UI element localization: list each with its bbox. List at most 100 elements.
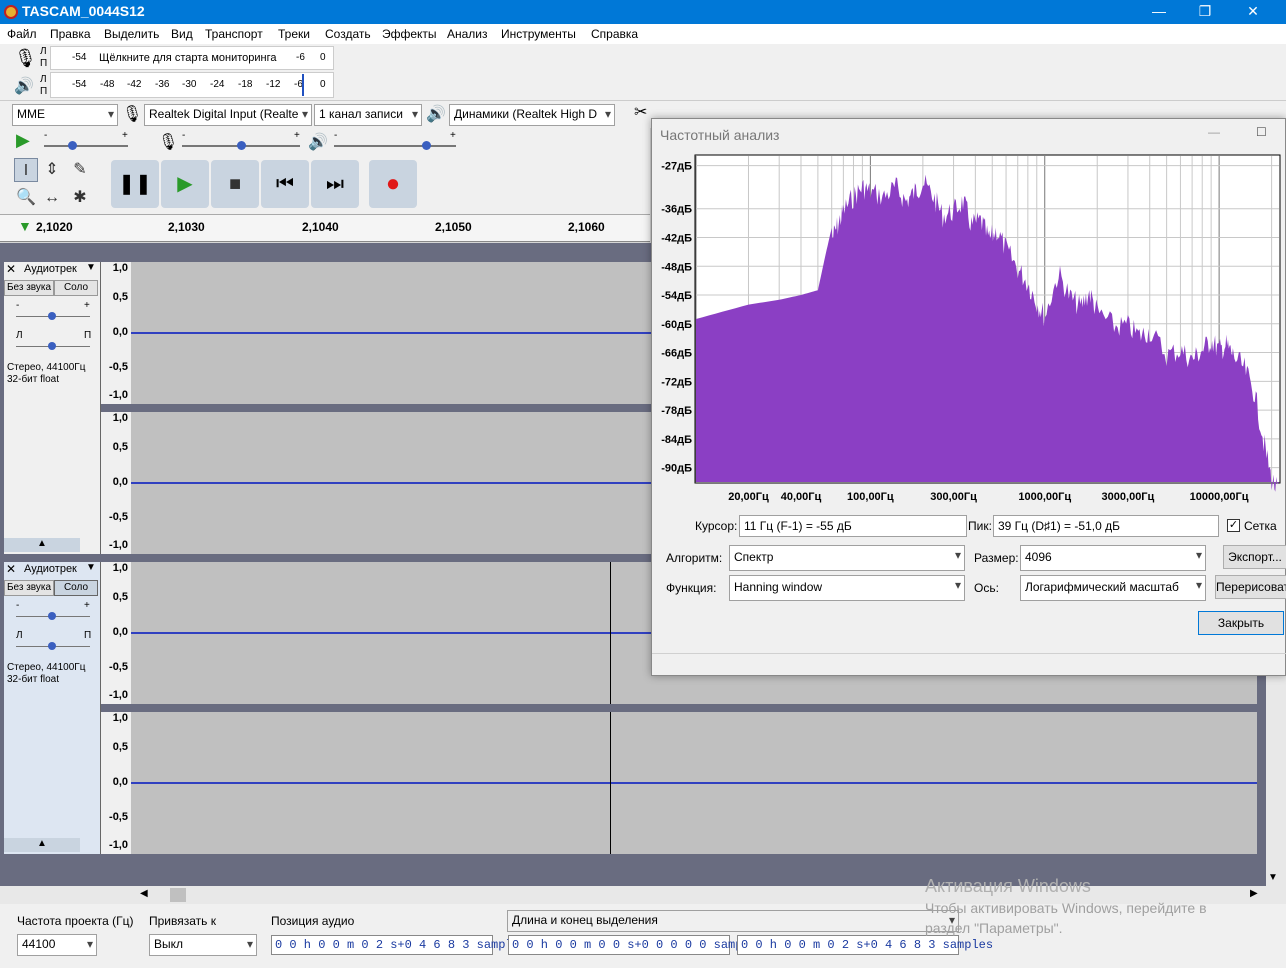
amp-tick: -1,0 (109, 539, 128, 551)
menu-tools[interactable]: Инструменты (501, 27, 576, 41)
menu-tracks[interactable]: Треки (278, 27, 310, 41)
collapse-track-icon[interactable]: ▲ (4, 838, 80, 852)
track-name[interactable]: Аудиотрек (24, 263, 77, 275)
play-scale-tick: -12 (266, 79, 281, 90)
track-close-icon[interactable]: ✕ (6, 262, 16, 276)
amplitude-scale: 1,0 0,5 0,0 -0,5 -1,0 (101, 712, 131, 854)
selection-end-field[interactable]: 0 0 h 0 0 m 0 2 s+0 4 6 8 3 samples (737, 935, 993, 955)
x-tick-label: 100,00Гц (847, 491, 894, 503)
y-tick-label: -27дБ (661, 161, 692, 173)
cut-icon[interactable]: ✂ (634, 102, 647, 122)
menu-transport[interactable]: Транспорт (205, 27, 263, 41)
solo-button[interactable]: Соло (54, 580, 98, 596)
y-tick-label: -90дБ (661, 463, 692, 475)
track-menu-icon[interactable]: ▼ (86, 262, 96, 273)
play-volume-thumb[interactable] (422, 141, 431, 150)
time-shift-tool-icon[interactable]: ↔ (40, 186, 64, 210)
project-rate-select[interactable]: 44100 (17, 934, 97, 956)
play-volume-slider[interactable] (334, 145, 456, 147)
output-device-select[interactable]: Динамики (Realtek High D (449, 104, 615, 126)
record-volume-thumb[interactable] (237, 141, 246, 150)
speed-slider-thumb[interactable] (68, 141, 77, 150)
audio-position-field[interactable]: 0 0 h 0 0 m 0 2 s+0 4 6 8 3 samples (271, 935, 527, 955)
menu-analyze[interactable]: Анализ (447, 27, 488, 41)
gain-slider-thumb[interactable] (48, 612, 56, 620)
play-at-speed-icon[interactable]: ▶ (16, 130, 30, 151)
replot-button[interactable]: Перерисовать (1215, 575, 1286, 599)
menu-select[interactable]: Выделить (104, 27, 159, 41)
stop-icon[interactable]: ■ (211, 160, 259, 208)
cursor-line (610, 712, 611, 854)
menu-edit[interactable]: Правка (50, 27, 91, 41)
selection-tool-icon[interactable]: I (14, 158, 38, 182)
selection-start-field[interactable]: 0 0 h 0 0 m 0 0 s+0 0 0 0 0 samples (508, 935, 764, 955)
scroll-thumb[interactable] (170, 888, 186, 902)
timeline-play-icon[interactable]: ▼ (18, 218, 32, 234)
pan-slider-thumb[interactable] (48, 342, 56, 350)
snap-select[interactable]: Выкл (149, 934, 257, 956)
track-name[interactable]: Аудиотрек (24, 563, 77, 575)
menu-effects[interactable]: Эффекты (382, 27, 437, 41)
algorithm-select[interactable]: Спектр (729, 545, 965, 571)
channels-select[interactable]: 1 канал записи (314, 104, 422, 126)
close-button[interactable]: ✕ (1230, 0, 1276, 24)
zoom-tool-icon[interactable]: 🔍 (14, 186, 38, 210)
pan-slider-thumb[interactable] (48, 642, 56, 650)
frequency-analysis-dialog: Частотный анализ — ☐ -27дБ -36дБ -42дБ -48д… (651, 118, 1286, 676)
amplitude-scale: 1,0 0,5 0,0 -0,5 -1,0 (101, 562, 131, 704)
gain-plus: + (84, 600, 90, 611)
skip-end-icon[interactable]: ⏭ (311, 160, 359, 208)
grid-checkbox[interactable]: ✓ (1227, 519, 1240, 532)
export-button[interactable]: Экспорт... (1223, 545, 1286, 569)
pause-icon[interactable]: ❚❚ (111, 160, 159, 208)
menu-view[interactable]: Вид (171, 27, 193, 41)
record-icon[interactable]: ● (369, 160, 417, 208)
speed-slider[interactable] (44, 145, 128, 147)
menu-generate[interactable]: Создать (325, 27, 371, 41)
dialog-minimize-icon[interactable]: — (1208, 125, 1220, 139)
menu-file[interactable]: Файл (7, 27, 37, 41)
play-scale-tick: 0 (320, 79, 326, 90)
y-tick-label: -42дБ (661, 233, 692, 245)
mute-button[interactable]: Без звука (4, 580, 54, 596)
y-tick-label: -66дБ (661, 348, 692, 360)
scroll-down-icon[interactable]: ▼ (1268, 872, 1278, 883)
maximize-button[interactable]: ❐ (1182, 0, 1228, 24)
host-select[interactable]: MME (12, 104, 118, 126)
axis-select[interactable]: Логарифмический масштаб (1020, 575, 1206, 601)
track-format: Стерео, 44100Гц (7, 362, 86, 373)
y-tick-label: -48дБ (661, 261, 692, 273)
function-select[interactable]: Hanning window (729, 575, 965, 601)
track-menu-icon[interactable]: ▼ (86, 562, 96, 573)
collapse-track-icon[interactable]: ▲ (4, 538, 80, 552)
input-device-select[interactable]: Realtek Digital Input (Realte (144, 104, 312, 126)
envelope-tool-icon[interactable]: ⇕ (40, 158, 64, 182)
peak-field: 39 Гц (D♯1) = -51,0 дБ (993, 515, 1219, 537)
scroll-left-icon[interactable]: ◀ (140, 888, 148, 899)
pan-left: Л (16, 630, 23, 641)
skip-start-icon[interactable]: ⏮ (261, 160, 309, 208)
menu-help[interactable]: Справка (591, 27, 638, 41)
app-icon (4, 5, 18, 19)
track-close-icon[interactable]: ✕ (6, 562, 16, 576)
draw-tool-icon[interactable]: ✎ (68, 158, 92, 182)
close-dialog-button[interactable]: Закрыть (1198, 611, 1284, 635)
solo-button[interactable]: Соло (54, 280, 98, 296)
scroll-right-icon[interactable]: ▶ (1250, 888, 1258, 899)
spectrum-chart[interactable]: -27дБ -36дБ -42дБ -48дБ -54дБ -60дБ -66дБ -72дБ… (652, 153, 1286, 509)
minimize-button[interactable]: — (1136, 0, 1182, 24)
selection-mode-select[interactable]: Длина и конец выделения (507, 910, 959, 932)
waveform-channel[interactable] (131, 412, 651, 554)
microphone-icon[interactable]: 🎙 (14, 48, 37, 69)
mute-button[interactable]: Без звука (4, 280, 54, 296)
x-tick-label: 300,00Гц (930, 491, 977, 503)
dialog-maximize-icon[interactable]: ☐ (1256, 125, 1267, 139)
multi-tool-icon[interactable]: ✱ (68, 186, 92, 210)
play-icon[interactable]: ▶ (161, 160, 209, 208)
record-meter-hint[interactable]: Щёлкните для старта мониторинга (99, 52, 276, 64)
size-select[interactable]: 4096 (1020, 545, 1206, 571)
waveform-channel[interactable] (131, 712, 1257, 854)
waveform-channel[interactable] (131, 262, 651, 404)
speaker-icon[interactable]: 🔊 (14, 76, 34, 96)
gain-slider-thumb[interactable] (48, 312, 56, 320)
